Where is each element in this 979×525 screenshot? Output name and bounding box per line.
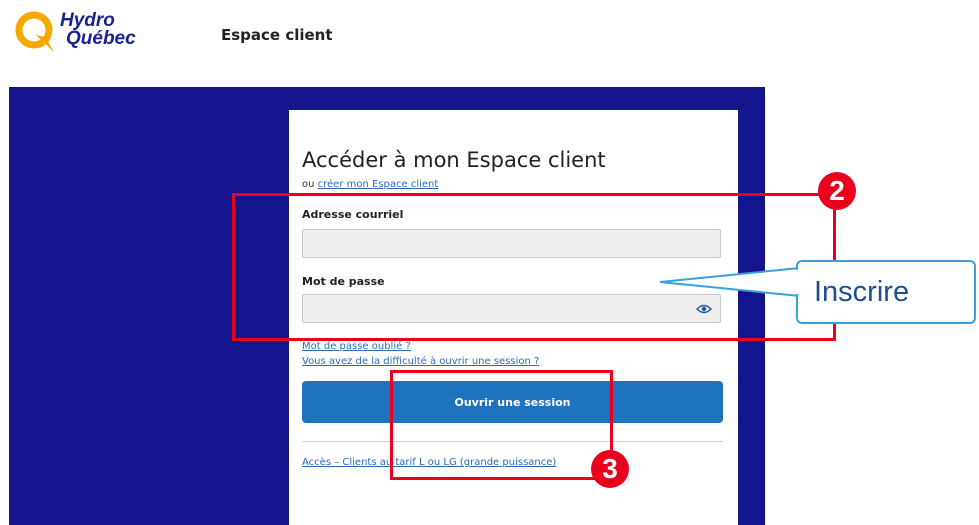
annotation-badge-3: 3: [591, 450, 629, 488]
callout-pointer-cover: [796, 270, 800, 294]
annotation-badge-2: 2: [818, 172, 856, 210]
